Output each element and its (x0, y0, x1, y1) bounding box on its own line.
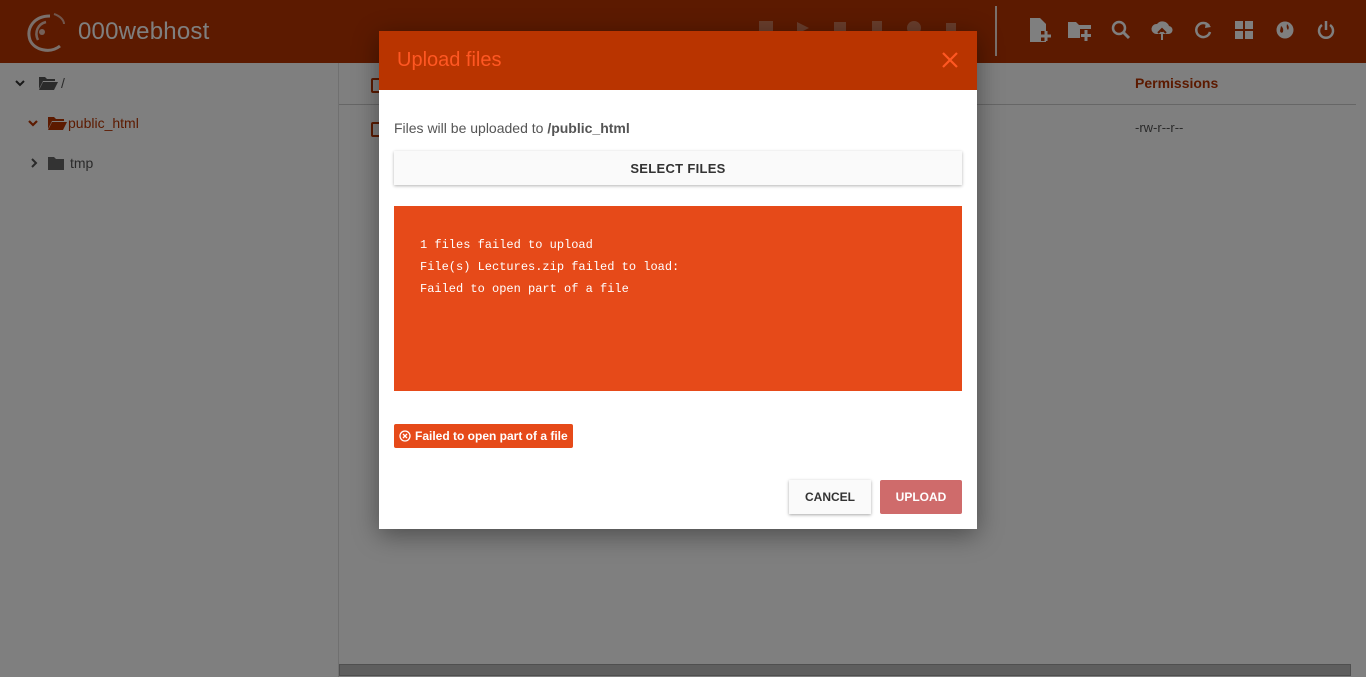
upload-button[interactable]: UPLOAD (880, 480, 962, 514)
error-line: 1 files failed to upload (420, 238, 593, 252)
error-line: File(s) Lectures.zip failed to load: (420, 260, 680, 274)
close-icon[interactable] (941, 51, 959, 69)
error-badge: Failed to open part of a file (394, 424, 573, 448)
destination-path: /public_html (547, 120, 630, 136)
destination-text: Files will be uploaded to /public_html (394, 120, 630, 136)
select-files-button[interactable]: SELECT FILES (394, 151, 962, 185)
error-badge-label: Failed to open part of a file (415, 429, 568, 443)
cancel-button[interactable]: CANCEL (789, 480, 871, 514)
error-message-box: 1 files failed to upload File(s) Lecture… (394, 206, 962, 391)
dialog-title: Upload files (397, 49, 502, 71)
error-line: Failed to open part of a file (420, 282, 629, 296)
dialog-header: Upload files (379, 31, 977, 90)
error-circle-icon (399, 430, 411, 442)
upload-dialog: Upload files Files will be uploaded to /… (379, 31, 977, 529)
destination-prefix: Files will be uploaded to (394, 120, 548, 136)
